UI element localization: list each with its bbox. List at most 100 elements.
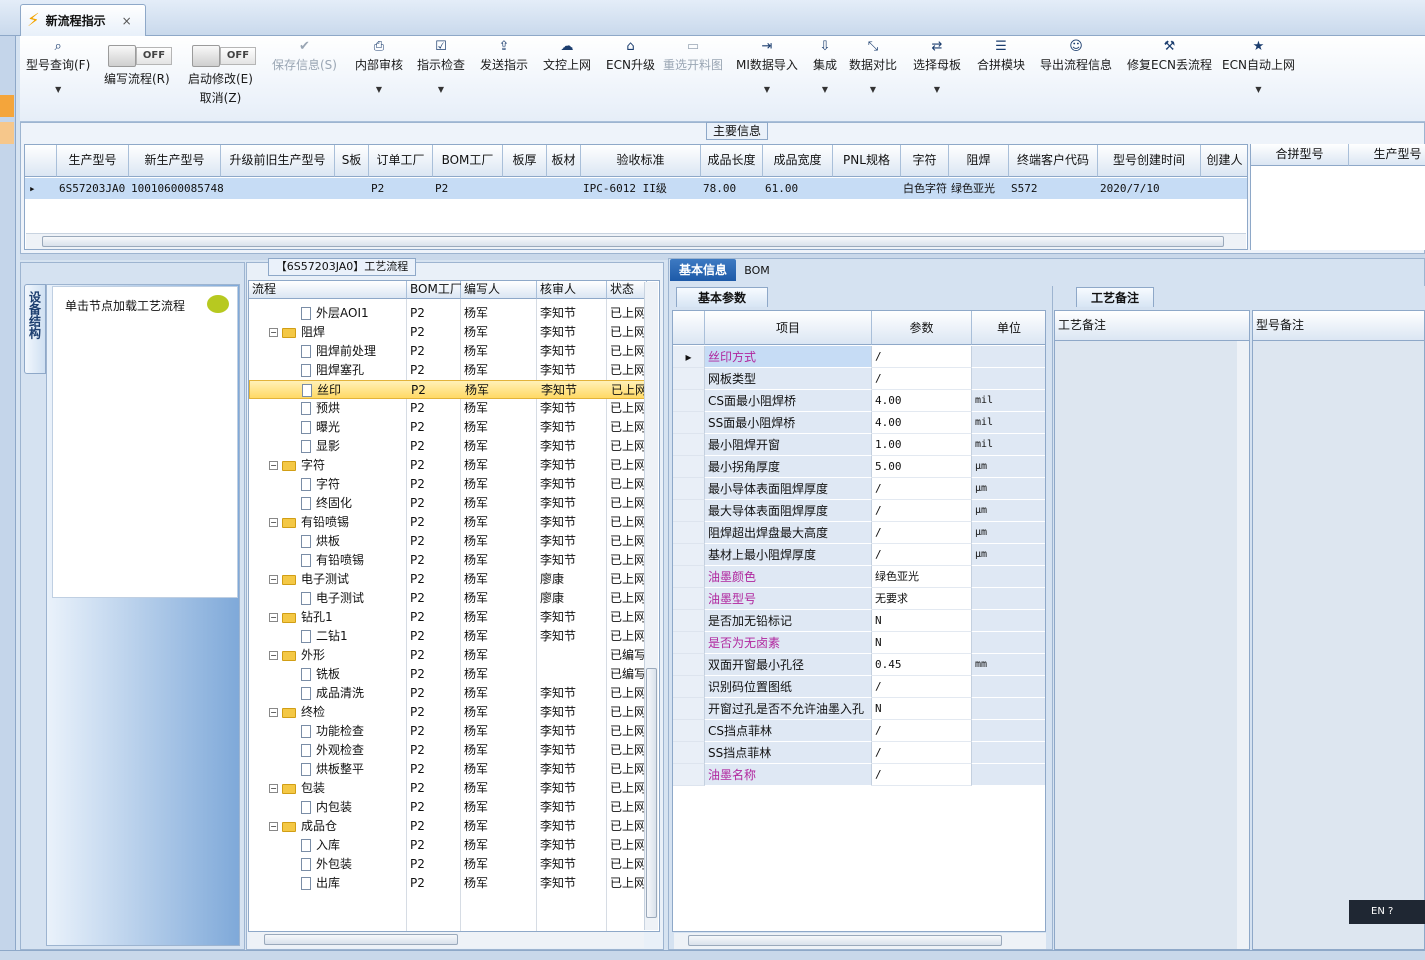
chevron-down-icon[interactable]: ▼: [736, 85, 798, 94]
tree-row[interactable]: − 电子测试 P2 杨军 廖康 已上网: [249, 570, 647, 589]
toolbar-item-10-button[interactable]: ⇥ MI数据导入 ▼: [736, 38, 798, 94]
tree-node[interactable]: 外包装: [301, 855, 352, 874]
table-cell[interactable]: 10010600085748: [131, 179, 224, 199]
column-header[interactable]: 成品长度: [701, 145, 763, 177]
table-cell[interactable]: 78.00: [703, 179, 736, 199]
column-header[interactable]: 项目: [705, 311, 872, 345]
column-header[interactable]: 编写人: [461, 281, 537, 299]
close-icon[interactable]: ×: [122, 14, 132, 28]
param-row[interactable]: ▸ 丝印方式 /: [673, 346, 1045, 368]
collapse-toggle-icon[interactable]: −: [269, 651, 278, 660]
notes-vscrollbar[interactable]: [1237, 341, 1249, 949]
tree-node[interactable]: 丝印: [302, 381, 341, 400]
param-value[interactable]: N: [872, 610, 972, 632]
row-indicator[interactable]: [673, 698, 705, 720]
toolbar-item-3-button[interactable]: ✔ 保存信息(S): [272, 38, 337, 73]
row-indicator[interactable]: [673, 456, 705, 478]
tree-row[interactable]: 烘板整平 P2 杨军 李知节 已上网: [249, 760, 647, 779]
tab-bom[interactable]: BOM: [740, 262, 774, 280]
tree-node[interactable]: − 成品仓: [269, 817, 337, 836]
chevron-down-icon[interactable]: ▼: [355, 85, 403, 94]
param-row[interactable]: 开窗过孔是否不允许油墨入孔 N: [673, 698, 1045, 720]
toggle-switch[interactable]: OFF: [192, 45, 258, 67]
column-header[interactable]: 合拼型号: [1251, 144, 1349, 166]
column-header[interactable]: 核审人: [537, 281, 607, 299]
document-tab[interactable]: ⚡ 新流程指示 ×: [20, 4, 146, 36]
tree-row[interactable]: 丝印 P2 杨军 李知节 已上网: [249, 380, 647, 399]
param-row[interactable]: CS面最小阻焊桥 4.00 mil: [673, 390, 1045, 412]
param-row[interactable]: 阻焊超出焊盘最大高度 / μm: [673, 522, 1045, 544]
toolbar-item-2-button[interactable]: 启动修改(E) 取消(Z): [188, 70, 253, 106]
toolbar-item-13-button[interactable]: ⇄ 选择母板 ▼: [913, 38, 961, 94]
tree-row[interactable]: − 包装 P2 杨军 李知节 已上网: [249, 779, 647, 798]
tab-process-notes[interactable]: 工艺备注: [1076, 287, 1154, 307]
tree-row[interactable]: 曝光 P2 杨军 李知节 已上网: [249, 418, 647, 437]
row-indicator[interactable]: [673, 522, 705, 544]
row-indicator[interactable]: [673, 588, 705, 610]
row-indicator[interactable]: [673, 654, 705, 676]
process-hscrollbar[interactable]: [250, 932, 644, 948]
side-marker-2[interactable]: [0, 122, 14, 144]
tab-basic-info[interactable]: 基本信息: [670, 259, 736, 281]
tree-node[interactable]: 有铅喷锡: [301, 551, 364, 570]
param-value[interactable]: /: [872, 500, 972, 522]
row-indicator[interactable]: [673, 764, 705, 786]
tree-row[interactable]: 二钻1 P2 杨军 李知节 已上网: [249, 627, 647, 646]
table-cell[interactable]: 6S57203JA0: [59, 179, 125, 199]
param-value[interactable]: 4.00: [872, 390, 972, 412]
scroll-thumb[interactable]: [264, 934, 458, 945]
param-value[interactable]: /: [872, 720, 972, 742]
side-marker[interactable]: [0, 95, 14, 117]
table-cell[interactable]: 2020/7/10: [1100, 179, 1160, 199]
param-value[interactable]: 绿色亚光: [872, 566, 972, 588]
table-cell[interactable]: P2: [371, 179, 384, 199]
row-indicator[interactable]: [673, 566, 705, 588]
tree-node[interactable]: 阻焊前处理: [301, 342, 376, 361]
collapse-toggle-icon[interactable]: −: [269, 328, 278, 337]
param-row[interactable]: 最小阻焊开窗 1.00 mil: [673, 434, 1045, 456]
row-indicator[interactable]: [673, 478, 705, 500]
toolbar-item-0-button[interactable]: ⌕ 型号查询(F) ▼: [26, 38, 90, 94]
tree-node[interactable]: 曝光: [301, 418, 340, 437]
tree-node[interactable]: 入库: [301, 836, 340, 855]
row-indicator[interactable]: [673, 412, 705, 434]
column-header[interactable]: 新生产型号: [129, 145, 221, 177]
column-header[interactable]: 生产型号: [1349, 144, 1425, 166]
row-indicator[interactable]: ▸: [673, 346, 705, 368]
row-indicator[interactable]: [673, 500, 705, 522]
row-indicator[interactable]: [673, 632, 705, 654]
tree-node[interactable]: 出库: [301, 874, 340, 893]
param-value[interactable]: 0.45: [872, 654, 972, 676]
tree-node[interactable]: 外观检查: [301, 741, 364, 760]
table-cell[interactable]: 绿色亚光: [951, 179, 995, 199]
chevron-down-icon[interactable]: ▼: [813, 85, 837, 94]
param-row[interactable]: 是否加无铅标记 N: [673, 610, 1045, 632]
param-row[interactable]: 基材上最小阻焊厚度 / μm: [673, 544, 1045, 566]
collapse-toggle-icon[interactable]: −: [269, 784, 278, 793]
collapse-toggle-icon[interactable]: −: [269, 461, 278, 470]
process-notes-grid[interactable]: 工艺备注: [1054, 310, 1250, 950]
tree-row[interactable]: 显影 P2 杨军 李知节 已上网: [249, 437, 647, 456]
tree-row[interactable]: 阻焊塞孔 P2 杨军 李知节 已上网: [249, 361, 647, 380]
tree-node[interactable]: 烘板: [301, 532, 340, 551]
tree-node[interactable]: − 包装: [269, 779, 325, 798]
tree-node[interactable]: 字符: [301, 475, 340, 494]
tree-node[interactable]: 电子测试: [301, 589, 364, 608]
row-indicator[interactable]: [673, 434, 705, 456]
column-header[interactable]: 订单工厂: [369, 145, 433, 177]
tree-row[interactable]: 外层AOI1 P2 杨军 李知节 已上网: [249, 304, 647, 323]
column-header[interactable]: 板厚: [503, 145, 547, 177]
toolbar-item-12-button[interactable]: ⤡ 数据对比 ▼: [849, 38, 897, 94]
scroll-thumb[interactable]: [646, 668, 657, 918]
scroll-thumb[interactable]: [688, 935, 1002, 946]
param-value[interactable]: /: [872, 522, 972, 544]
collapse-toggle-icon[interactable]: −: [269, 575, 278, 584]
tree-row[interactable]: 预烘 P2 杨军 李知节 已上网: [249, 399, 647, 418]
tree-row[interactable]: 外包装 P2 杨军 李知节 已上网: [249, 855, 647, 874]
param-row[interactable]: 最小拐角厚度 5.00 μm: [673, 456, 1045, 478]
tree-node[interactable]: 内包装: [301, 798, 352, 817]
collapse-toggle-icon[interactable]: −: [269, 518, 278, 527]
tree-row[interactable]: 烘板 P2 杨军 李知节 已上网: [249, 532, 647, 551]
column-header[interactable]: 状态: [607, 281, 647, 299]
param-row[interactable]: 最大导体表面阻焊厚度 / μm: [673, 500, 1045, 522]
